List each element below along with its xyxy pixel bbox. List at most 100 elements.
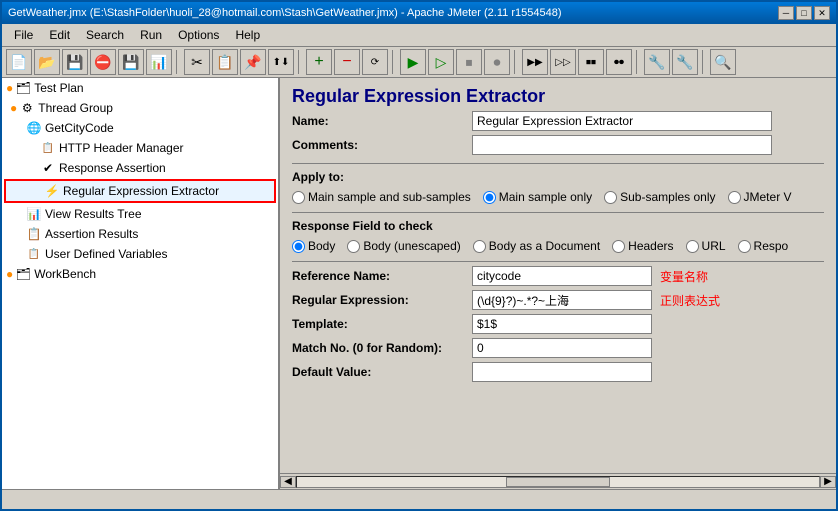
menu-help[interactable]: Help xyxy=(227,26,268,44)
divider2 xyxy=(292,212,824,213)
tree-item-test-plan[interactable]: ● 🗂 Test Plan xyxy=(2,78,278,98)
tree-item-response-assertion[interactable]: ✔ Response Assertion xyxy=(2,158,278,178)
main-window: GetWeather.jmx (E:\StashFolder\huoli_28@… xyxy=(0,0,838,511)
apply-jmeter-radio[interactable] xyxy=(728,191,741,204)
response-field-label: Response Field to check xyxy=(280,217,836,235)
menu-search[interactable]: Search xyxy=(78,26,132,44)
response-headers-radio[interactable] xyxy=(612,240,625,253)
toolbar-tool2[interactable]: 🔧 xyxy=(672,49,698,75)
toolbar-stop[interactable]: ⛔ xyxy=(90,49,116,75)
toolbar-search[interactable]: 🔍 xyxy=(710,49,736,75)
name-input[interactable] xyxy=(472,111,772,131)
response-headers[interactable]: Headers xyxy=(612,239,673,253)
toolbar: 📄 📂 💾 ⛔ 💾 📊 ✂ 📋 📌 ⬆⬇ + − ⟳ ▶ ▷ ⏹ ⏺ ▶▶ ▷▷… xyxy=(2,47,836,78)
match-no-input[interactable] xyxy=(472,338,652,358)
toolbar-remote3[interactable]: ⏹⏹ xyxy=(578,49,604,75)
toolbar-save2[interactable]: 💾 xyxy=(118,49,144,75)
response-body-unescaped-radio[interactable] xyxy=(347,240,360,253)
tree-item-user-defined[interactable]: 📋 User Defined Variables xyxy=(2,244,278,264)
response-body-radio[interactable] xyxy=(292,240,305,253)
response-body[interactable]: Body xyxy=(292,239,335,253)
apply-main-sub[interactable]: Main sample and sub-samples xyxy=(292,190,471,204)
template-input[interactable] xyxy=(472,314,652,334)
minimize-button[interactable]: ─ xyxy=(778,6,794,20)
toolbar-stop3[interactable]: ⏺ xyxy=(484,49,510,75)
apply-to-label: Apply to: xyxy=(280,168,836,186)
apply-jmeter[interactable]: JMeter V xyxy=(728,190,792,204)
toolbar-sep5 xyxy=(636,50,640,74)
response-field-group: Body Body (unescaped) Body as a Document… xyxy=(280,235,836,257)
response-respo-radio[interactable] xyxy=(738,240,751,253)
apply-sub-only-radio[interactable] xyxy=(604,191,617,204)
toolbar-save[interactable]: 💾 xyxy=(62,49,88,75)
toolbar-add[interactable]: + xyxy=(306,49,332,75)
toolbar-remove[interactable]: − xyxy=(334,49,360,75)
toolbar-run2[interactable]: ▷ xyxy=(428,49,454,75)
response-url-label: URL xyxy=(702,239,726,253)
response-body-doc-radio[interactable] xyxy=(473,240,486,253)
menu-options[interactable]: Options xyxy=(170,26,227,44)
scroll-thumb[interactable] xyxy=(506,477,610,487)
tree-item-workbench[interactable]: ● 🗂 WorkBench xyxy=(2,264,278,284)
close-button[interactable]: ✕ xyxy=(814,6,830,20)
comments-input[interactable] xyxy=(472,135,772,155)
tree-item-assertion-results[interactable]: 📋 Assertion Results xyxy=(2,224,278,244)
regex-label: Regular Expression: xyxy=(292,293,472,307)
regex-input[interactable] xyxy=(472,290,652,310)
response-respo[interactable]: Respo xyxy=(738,239,789,253)
menu-edit[interactable]: Edit xyxy=(41,26,78,44)
toolbar-remote2[interactable]: ▷▷ xyxy=(550,49,576,75)
reference-name-input[interactable] xyxy=(472,266,652,286)
toolbar-stop2[interactable]: ⏹ xyxy=(456,49,482,75)
toolbar-expand[interactable]: ⬆⬇ xyxy=(268,49,294,75)
toolbar-run[interactable]: ▶ xyxy=(400,49,426,75)
scroll-left-btn[interactable]: ◀ xyxy=(280,476,296,488)
tree-item-http-header[interactable]: 📋 HTTP Header Manager xyxy=(2,138,278,158)
tree-item-getcitycode[interactable]: 🌐 GetCityCode xyxy=(2,118,278,138)
toolbar-open[interactable]: 📂 xyxy=(34,49,60,75)
toolbar-sep3 xyxy=(392,50,396,74)
apply-main-only[interactable]: Main sample only xyxy=(483,190,592,204)
tree-item-thread-group[interactable]: ● ⚙ Thread Group xyxy=(2,98,278,118)
maximize-button[interactable]: □ xyxy=(796,6,812,20)
toolbar-copy[interactable]: 📋 xyxy=(212,49,238,75)
apply-main-only-radio[interactable] xyxy=(483,191,496,204)
horizontal-scrollbar[interactable]: ◀ ▶ xyxy=(280,473,836,489)
response-url-radio[interactable] xyxy=(686,240,699,253)
tree-item-regex-extractor[interactable]: ⚡ Regular Expression Extractor xyxy=(6,181,274,201)
response-url[interactable]: URL xyxy=(686,239,726,253)
name-row: Name: xyxy=(292,111,824,131)
apply-sub-only[interactable]: Sub-samples only xyxy=(604,190,715,204)
apply-main-sub-radio[interactable] xyxy=(292,191,305,204)
toolbar-paste[interactable]: 📌 xyxy=(240,49,266,75)
toolbar-remote4[interactable]: ⏺⏺ xyxy=(606,49,632,75)
default-value-row: Default Value: xyxy=(292,362,824,382)
scroll-right-btn[interactable]: ▶ xyxy=(820,476,836,488)
apply-jmeter-label: JMeter V xyxy=(744,190,792,204)
apply-main-only-label: Main sample only xyxy=(499,190,592,204)
response-body-label: Body xyxy=(308,239,335,253)
default-value-input[interactable] xyxy=(472,362,652,382)
toolbar-tool1[interactable]: 🔧 xyxy=(644,49,670,75)
menu-run[interactable]: Run xyxy=(132,26,170,44)
spacer xyxy=(280,386,836,473)
apply-main-sub-label: Main sample and sub-samples xyxy=(308,190,471,204)
menu-bar: File Edit Search Run Options Help xyxy=(2,24,836,47)
toolbar-report[interactable]: 📊 xyxy=(146,49,172,75)
scroll-track[interactable] xyxy=(296,476,820,488)
toolbar-clear[interactable]: ⟳ xyxy=(362,49,388,75)
toolbar-new[interactable]: 📄 xyxy=(6,49,32,75)
user-defined-icon: 📋 xyxy=(26,246,42,262)
menu-file[interactable]: File xyxy=(6,26,41,44)
getcitycode-label: GetCityCode xyxy=(45,121,114,135)
user-defined-label: User Defined Variables xyxy=(45,247,168,261)
assertion-results-label: Assertion Results xyxy=(45,227,138,241)
tree-item-view-results-tree[interactable]: 📊 View Results Tree xyxy=(2,204,278,224)
response-body-unescaped[interactable]: Body (unescaped) xyxy=(347,239,460,253)
response-respo-label: Respo xyxy=(754,239,789,253)
workbench-icon: 🗂 xyxy=(15,266,31,282)
toolbar-cut[interactable]: ✂ xyxy=(184,49,210,75)
toolbar-remote1[interactable]: ▶▶ xyxy=(522,49,548,75)
response-body-doc[interactable]: Body as a Document xyxy=(473,239,600,253)
response-headers-label: Headers xyxy=(628,239,673,253)
